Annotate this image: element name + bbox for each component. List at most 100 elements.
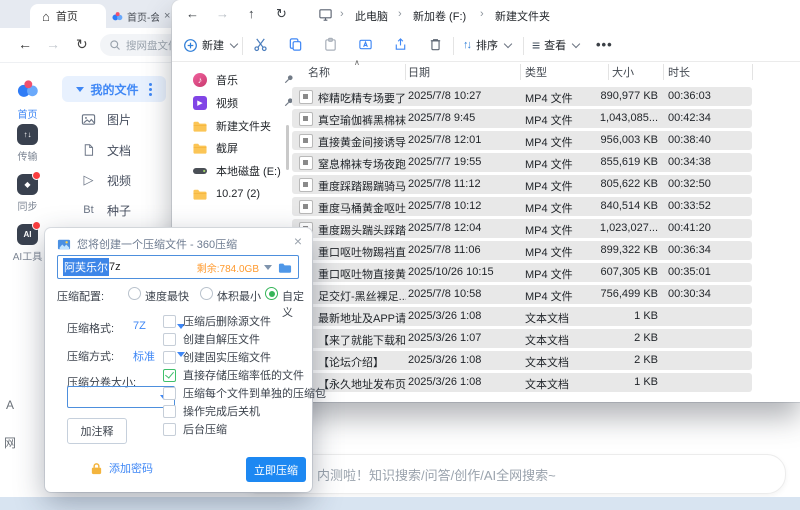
forward-icon[interactable]: → [46, 35, 60, 53]
close-icon[interactable]: × [294, 233, 302, 249]
back-icon[interactable]: ← [18, 35, 32, 53]
file-row[interactable]: 直接黄金间接诱导... 2025/7/8 12:01 MP4 文件 956,00… [292, 131, 752, 150]
file-date: 2025/7/8 12:01 [408, 134, 481, 146]
close-tab-icon[interactable]: × [164, 10, 170, 22]
sidebar-item-local-disk-e[interactable]: 本地磁盘 (E:) [192, 161, 288, 181]
file-row[interactable]: 重度踩踏踢踹骑马... 2025/7/8 11:12 MP4 文件 805,62… [292, 175, 752, 194]
column-divider[interactable] [520, 64, 521, 80]
this-pc-icon [318, 7, 333, 25]
panel-item-pictures[interactable]: 图片 [80, 110, 170, 128]
sidebar-scrollbar[interactable] [286, 125, 289, 170]
panel-item-videos[interactable]: ▷ 视频 [80, 171, 170, 189]
column-divider[interactable] [608, 64, 609, 80]
compress-now-label: 立即压缩 [254, 462, 298, 478]
column-divider[interactable] [663, 64, 664, 80]
column-divider[interactable] [752, 64, 753, 80]
pin-icon [284, 74, 294, 87]
option-checkbox[interactable]: 操作完成后关机 [163, 404, 260, 418]
panel-item-label: 文档 [107, 142, 131, 159]
file-row[interactable]: 【论坛介绍】 2025/3/26 1:08 文本文档 2 KB [292, 351, 752, 370]
rename-button[interactable] [358, 37, 373, 52]
delete-button[interactable] [428, 37, 443, 52]
media-file-icon [299, 200, 313, 214]
rail-item-sync[interactable]: ◆ 同步 [0, 174, 55, 213]
video-icon: ▶ [192, 96, 208, 110]
option-checkbox[interactable]: 后台压缩 [163, 422, 227, 436]
browse-folder-icon[interactable] [277, 261, 293, 274]
browser-tab-home[interactable]: ⌂ 首页 [30, 4, 106, 28]
option-checkbox[interactable]: 压缩后删除源文件 [163, 314, 271, 328]
radio-icon[interactable] [200, 287, 213, 300]
option-checkbox[interactable]: 创建自解压文件 [163, 332, 260, 346]
view-button[interactable]: ≡ 查看 [532, 37, 579, 53]
file-date: 2025/7/8 10:27 [408, 90, 481, 102]
option-checkbox[interactable]: 直接存储压缩率低的文件 [163, 368, 304, 382]
radio-label: 体积最小 [217, 288, 261, 304]
browser-tab-member-center[interactable]: 首页-会员中心-百度 × [112, 6, 172, 26]
share-button[interactable] [393, 37, 408, 52]
my-files-button[interactable]: 我的文件 [62, 76, 166, 102]
chevron-down-icon [572, 39, 580, 47]
add-comment-button[interactable]: 加注释 [67, 418, 127, 444]
file-row[interactable]: 【来了就能下载和... 2025/3/26 1:07 文本文档 2 KB [292, 329, 752, 348]
forward-icon[interactable]: → [216, 6, 229, 21]
up-icon[interactable]: ↑ [248, 6, 255, 21]
rail-item-home[interactable]: 首页 [0, 78, 55, 121]
archive-name-input[interactable]: 阿芙乐尔 7z 剩余:784.0GB [57, 255, 299, 279]
paste-button[interactable] [323, 37, 338, 52]
refresh-icon[interactable]: ↻ [76, 35, 88, 53]
file-row[interactable]: 最新地址及APP请... 2025/3/26 1:08 文本文档 1 KB [292, 307, 752, 326]
ai-search-promo-bar[interactable]: 内测啦！知识搜索/问答/创作/AI全网搜索~ [240, 454, 786, 494]
more-options-icon[interactable] [149, 88, 152, 91]
panel-item-documents[interactable]: 文档 [80, 141, 170, 159]
new-button[interactable]: 新建 [183, 37, 237, 53]
sidebar-item-music[interactable]: ♪ 音乐 [192, 70, 288, 90]
sidebar-item-videos[interactable]: ▶ 视频 [192, 93, 288, 113]
sidebar-item-folder-1027[interactable]: 10.27 (2) [192, 184, 288, 204]
column-header-name[interactable]: 名称 [308, 64, 330, 80]
sort-button[interactable]: ↑↓ 排序 [463, 37, 511, 53]
file-row[interactable]: 窒息棉袜专场夜跑... 2025/7/7 19:55 MP4 文件 855,61… [292, 153, 752, 172]
column-header-size[interactable]: 大小 [612, 64, 634, 80]
sort-ascending-icon: ∧ [354, 58, 360, 67]
file-row[interactable]: 重度踢头踹头踩踏... 2025/7/8 12:04 MP4 文件 1,023,… [292, 219, 752, 238]
column-header-type[interactable]: 类型 [525, 64, 547, 80]
more-button[interactable]: ••• [596, 37, 613, 52]
file-row[interactable]: 足交灯-黑丝裸足... 2025/7/8 10:58 MP4 文件 756,49… [292, 285, 752, 304]
copy-button[interactable] [288, 37, 303, 52]
option-checkbox[interactable]: 压缩每个文件到单独的压缩包 [163, 386, 326, 400]
file-row[interactable]: 真空瑜伽裤黑棉袜... 2025/7/8 9:45 MP4 文件 1,043,0… [292, 109, 752, 128]
caret-down-icon[interactable] [264, 265, 272, 270]
cut-button[interactable] [253, 37, 268, 52]
file-row[interactable]: 【永久地址发布页】 2025/3/26 1:08 文本文档 1 KB [292, 373, 752, 392]
checkbox-label: 后台压缩 [183, 421, 227, 437]
back-icon[interactable]: ← [186, 6, 199, 21]
format-value[interactable]: 7Z [133, 320, 146, 332]
sidebar-item-new-folder[interactable]: 新建文件夹 [192, 116, 288, 136]
breadcrumb-new-folder[interactable]: 新建文件夹 [495, 8, 550, 24]
breadcrumb-this-pc[interactable]: 此电脑 [355, 8, 388, 24]
lock-icon [90, 462, 103, 475]
radio-icon[interactable] [265, 287, 278, 300]
file-row[interactable]: 重口呕吐物直接黄... 2025/10/26 10:15 MP4 文件 607,… [292, 263, 752, 282]
sidebar-label: 视频 [216, 95, 238, 111]
rail-item-transfer[interactable]: ↑↓ 传输 [0, 124, 55, 163]
radio-icon[interactable] [128, 287, 141, 300]
panel-item-torrents[interactable]: Bt 种子 [80, 201, 170, 219]
option-checkbox[interactable]: 创建固实压缩文件 [163, 350, 271, 364]
column-divider[interactable] [405, 64, 406, 80]
file-name: 最新地址及APP请... [318, 310, 406, 326]
split-size-select[interactable] [67, 386, 175, 408]
file-row[interactable]: 重口呕吐物踢裆直... 2025/7/8 11:06 MP4 文件 899,32… [292, 241, 752, 260]
refresh-icon[interactable]: ↻ [276, 6, 287, 22]
file-row[interactable]: 重度马桶黄金呕吐... 2025/7/8 10:12 MP4 文件 840,51… [292, 197, 752, 216]
compress-now-button[interactable]: 立即压缩 [246, 457, 306, 482]
column-header-date[interactable]: 日期 [408, 64, 430, 80]
sidebar-item-screenshots[interactable]: 截屏 [192, 138, 288, 158]
file-size: 1 KB [548, 376, 658, 388]
breadcrumb-drive-f[interactable]: 新加卷 (F:) [413, 8, 466, 24]
file-row[interactable]: 榨精吃精专场要了 2025/7/8 10:27 MP4 文件 890,977 K… [292, 87, 752, 106]
add-password-link[interactable]: 添加密码 [90, 460, 153, 476]
method-value[interactable]: 标准 [133, 348, 155, 364]
column-header-duration[interactable]: 时长 [668, 64, 690, 80]
